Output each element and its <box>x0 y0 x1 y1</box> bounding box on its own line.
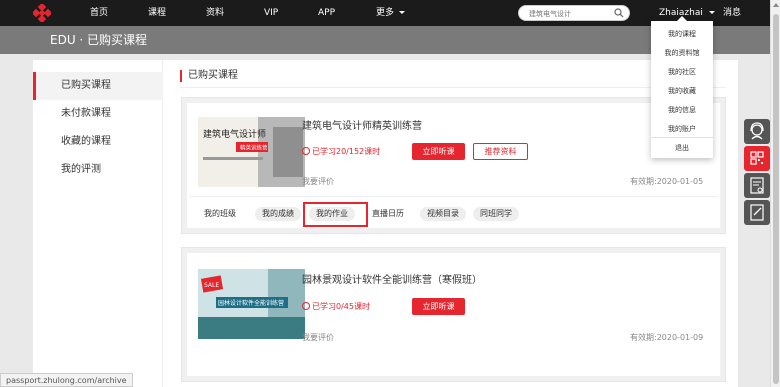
menu-my-library[interactable]: 我的资料馆 <box>651 48 713 58</box>
thumb-title: 建筑电气设计师 <box>203 128 266 140</box>
nav-app[interactable]: APP <box>318 0 335 26</box>
thumb-title: 园林设计软件全能训练营 <box>218 299 284 307</box>
qr-code-button[interactable] <box>744 146 770 171</box>
page-scrollbar[interactable] <box>770 0 780 387</box>
progress-text: 已学习20/152课时 <box>312 147 381 156</box>
course-progress: 已学习20/152课时 <box>302 146 380 157</box>
course-card: 建筑电气设计师 精英训练营 建筑电气设计师精英训练营 已学习20/152课时 立… <box>181 97 726 234</box>
scroll-up-icon[interactable] <box>773 3 779 7</box>
qr-code-icon <box>750 151 764 165</box>
content-panel: 已购买课程 未付款课程 收藏的课程 我的评测 已购买课程 建筑电气设计师 精英训… <box>33 60 738 387</box>
check-circle-icon <box>302 146 310 155</box>
nav-home[interactable]: 首页 <box>90 0 108 26</box>
menu-my-account[interactable]: 我的账户 <box>651 124 713 134</box>
course-card: SALE 园林设计软件全能训练营 园林景观设计软件全能训练营（寒假班） 已学习0… <box>181 247 726 382</box>
nav-materials[interactable]: 资料 <box>206 0 224 26</box>
course-title[interactable]: 建筑电气设计师精英训练营 <box>302 117 422 132</box>
course-thumbnail[interactable]: SALE 园林设计软件全能训练营 <box>198 269 305 339</box>
menu-my-courses[interactable]: 我的课程 <box>651 29 713 39</box>
menu-my-info[interactable]: 我的信息 <box>651 105 713 115</box>
sidebar-item-favorites[interactable]: 收藏的课程 <box>33 128 163 156</box>
card-divider <box>190 196 718 197</box>
thumb-sale: SALE <box>204 282 219 289</box>
thumb-subtitle: 精英训练营 <box>240 144 268 152</box>
edit-note-button[interactable] <box>744 200 770 225</box>
nav-more[interactable]: 更多 <box>376 0 405 26</box>
sidebar-item-assessments[interactable]: 我的评测 <box>33 156 163 184</box>
highlight-box <box>303 202 368 227</box>
progress-text: 已学习0/45课时 <box>312 302 370 311</box>
edit-note-icon <box>750 204 764 221</box>
tab-my-class[interactable]: 我的班级 <box>204 207 236 221</box>
search-box[interactable] <box>518 5 630 21</box>
nav-vip[interactable]: VIP <box>264 0 278 26</box>
expire-date: 有效期:2020-01-09 <box>630 333 704 342</box>
rate-link[interactable]: 我要评价 <box>302 332 334 343</box>
certificate-button[interactable] <box>744 173 770 198</box>
tab-classmates[interactable]: 同班同学 <box>473 207 519 221</box>
rate-link[interactable]: 我要评价 <box>302 176 334 187</box>
certificate-icon <box>750 177 764 194</box>
search-input[interactable] <box>529 8 609 19</box>
customer-service-icon <box>750 122 764 140</box>
check-circle-icon <box>302 301 310 310</box>
logo-icon[interactable] <box>33 4 51 22</box>
sidebar: 已购买课程 未付款课程 收藏的课程 我的评测 <box>33 60 163 387</box>
caret-down-icon <box>708 11 715 14</box>
nav-courses[interactable]: 课程 <box>148 0 166 26</box>
menu-logout[interactable]: 退出 <box>651 143 713 153</box>
course-progress: 已学习0/45课时 <box>302 301 370 312</box>
recommend-materials-button[interactable]: 推荐资料 <box>473 143 528 160</box>
dropdown-arrow <box>677 16 687 21</box>
section-title: 已购买课程 <box>180 70 238 82</box>
page-title: EDU · 已购买课程 <box>50 33 148 47</box>
user-dropdown-menu: 我的课程 我的资料馆 我的社区 我的收藏 我的信息 我的账户 退出 <box>651 16 713 158</box>
tab-video-catalog[interactable]: 视频目录 <box>420 207 466 221</box>
tab-my-scores[interactable]: 我的成绩 <box>255 207 301 221</box>
nav-more-label: 更多 <box>376 8 395 18</box>
course-title[interactable]: 园林景观设计软件全能训练营（寒假班） <box>302 271 482 286</box>
scrollbar-thumb[interactable] <box>773 14 779 384</box>
nav-messages[interactable]: 消息 <box>723 0 741 26</box>
menu-my-favorites[interactable]: 我的收藏 <box>651 86 713 96</box>
listen-now-button[interactable]: 立即听课 <box>412 143 465 160</box>
course-thumbnail[interactable]: 建筑电气设计师 精英训练营 <box>198 117 305 187</box>
menu-my-community[interactable]: 我的社区 <box>651 67 713 77</box>
caret-down-icon <box>398 11 405 14</box>
sidebar-item-purchased[interactable]: 已购买课程 <box>33 72 163 100</box>
tab-live-calendar[interactable]: 直播日历 <box>372 207 404 221</box>
expire-date: 有效期:2020-01-05 <box>630 177 704 186</box>
search-icon[interactable] <box>614 8 624 18</box>
section-divider <box>180 87 726 88</box>
dropdown-divider <box>651 137 713 138</box>
sidebar-item-unpaid[interactable]: 未付款课程 <box>33 100 163 128</box>
listen-now-button[interactable]: 立即听课 <box>412 298 465 315</box>
customer-service-button[interactable] <box>744 119 770 144</box>
status-url: passport.zhulong.com/archive <box>0 373 133 387</box>
